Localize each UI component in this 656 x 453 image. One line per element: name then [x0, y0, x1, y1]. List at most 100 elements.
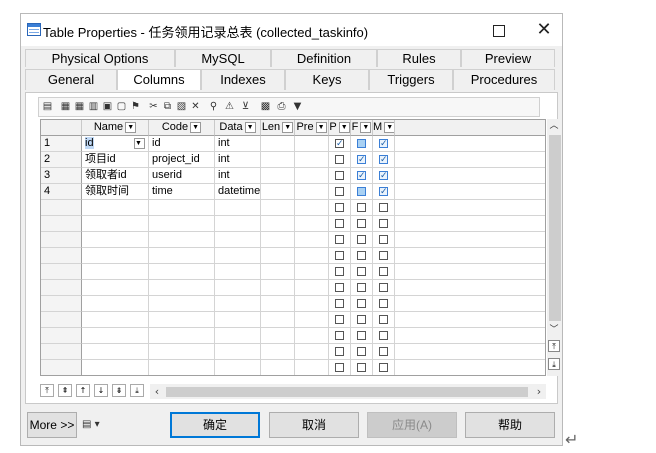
cell-num[interactable]: [41, 328, 82, 344]
move-down-icon[interactable]: ↓: [94, 384, 108, 397]
cell-name[interactable]: 领取时间: [82, 184, 149, 200]
cell-len[interactable]: [261, 152, 295, 168]
cell-data[interactable]: [215, 344, 261, 360]
cell-code[interactable]: project_id: [149, 152, 215, 168]
move-bottom-icon[interactable]: ⤓: [130, 384, 144, 397]
cell-f[interactable]: ✓: [351, 152, 373, 168]
header-primary[interactable]: P ▼: [329, 120, 351, 136]
checkbox-p[interactable]: [335, 235, 344, 244]
cell-data[interactable]: int: [215, 136, 261, 152]
cell-num[interactable]: [41, 200, 82, 216]
cell-pre[interactable]: [295, 184, 329, 200]
checkbox-m[interactable]: [379, 331, 388, 340]
horizontal-scroll-thumb[interactable]: [166, 387, 528, 397]
chevron-down-icon[interactable]: ▼: [360, 121, 372, 133]
cell-code[interactable]: [149, 232, 215, 248]
cell-code[interactable]: [149, 296, 215, 312]
cell-m[interactable]: [373, 264, 395, 280]
cell-pre[interactable]: [295, 312, 329, 328]
options-dropdown-icon[interactable]: ▤ ▾: [82, 419, 110, 431]
cell-p[interactable]: [329, 280, 351, 296]
cell-name[interactable]: [82, 280, 149, 296]
checkbox-f[interactable]: [357, 363, 366, 372]
header-name[interactable]: Name ▼: [82, 120, 149, 136]
cell-name[interactable]: [82, 216, 149, 232]
scroll-right-icon[interactable]: ›: [532, 384, 546, 399]
cell-pre[interactable]: [295, 168, 329, 184]
cell-num[interactable]: 3: [41, 168, 82, 184]
checkbox-m[interactable]: [379, 315, 388, 324]
header-foreign[interactable]: F ▼: [351, 120, 373, 136]
checkbox-f[interactable]: [357, 347, 366, 356]
more-button[interactable]: More >>: [27, 412, 77, 438]
cell-f[interactable]: [351, 232, 373, 248]
cell-num[interactable]: [41, 248, 82, 264]
copy-column-icon[interactable]: ▢: [115, 100, 128, 113]
cell-pre[interactable]: [295, 232, 329, 248]
checkbox-p[interactable]: [335, 283, 344, 292]
cell-num[interactable]: 1: [41, 136, 82, 152]
cell-len[interactable]: [261, 248, 295, 264]
checkbox-m[interactable]: ✓: [379, 139, 388, 148]
cell-code[interactable]: [149, 328, 215, 344]
cell-f[interactable]: [351, 200, 373, 216]
chevron-down-icon[interactable]: ▼: [190, 121, 202, 133]
checkbox-m[interactable]: [379, 267, 388, 276]
checkbox-f[interactable]: [357, 283, 366, 292]
paste-icon[interactable]: ▧: [175, 100, 188, 113]
cell-code[interactable]: userid: [149, 168, 215, 184]
scroll-up-icon[interactable]: ︿: [547, 119, 561, 133]
cell-m[interactable]: [373, 328, 395, 344]
cell-data[interactable]: [215, 200, 261, 216]
table-row[interactable]: [41, 248, 545, 264]
move-page-down-icon[interactable]: ⇟: [112, 384, 126, 397]
cell-f[interactable]: [351, 136, 373, 152]
cell-code[interactable]: [149, 216, 215, 232]
checkbox-p[interactable]: [335, 203, 344, 212]
cell-num[interactable]: [41, 216, 82, 232]
checkbox-m[interactable]: ✓: [379, 187, 388, 196]
cell-pre[interactable]: [295, 296, 329, 312]
move-up-icon[interactable]: ↑: [76, 384, 90, 397]
cell-name[interactable]: 项目id: [82, 152, 149, 168]
cell-num[interactable]: [41, 232, 82, 248]
checkbox-m[interactable]: ✓: [379, 171, 388, 180]
excel-icon[interactable]: ▩: [259, 100, 272, 113]
table-row[interactable]: 3 领取者id userid int ✓ ✓: [41, 168, 545, 184]
chevron-down-icon[interactable]: ▼: [282, 121, 294, 133]
checkbox-f[interactable]: [357, 267, 366, 276]
chevron-down-icon[interactable]: ▼: [338, 121, 350, 133]
cell-code[interactable]: [149, 248, 215, 264]
tab-keys[interactable]: Keys: [285, 69, 369, 90]
vertical-scroll-thumb[interactable]: [549, 135, 561, 321]
cell-code[interactable]: [149, 264, 215, 280]
table-row[interactable]: [41, 360, 545, 375]
table-row[interactable]: [41, 328, 545, 344]
horizontal-scrollbar[interactable]: ‹ ›: [150, 384, 546, 399]
checkbox-p[interactable]: [335, 299, 344, 308]
cell-data[interactable]: [215, 280, 261, 296]
tab-general[interactable]: General: [25, 69, 117, 90]
close-icon[interactable]: ✕: [524, 17, 564, 43]
cell-m[interactable]: [373, 344, 395, 360]
cell-m[interactable]: [373, 216, 395, 232]
checkbox-f[interactable]: ✓: [357, 155, 366, 164]
cell-p[interactable]: ✓: [329, 136, 351, 152]
tab-columns[interactable]: Columns: [117, 69, 201, 90]
cell-m[interactable]: ✓: [373, 136, 395, 152]
move-page-up-icon[interactable]: ⇞: [58, 384, 72, 397]
cell-data[interactable]: int: [215, 152, 261, 168]
cell-num[interactable]: 2: [41, 152, 82, 168]
cell-f[interactable]: [351, 328, 373, 344]
customize-columns-icon[interactable]: ⊻: [239, 100, 252, 113]
table-row[interactable]: [41, 200, 545, 216]
cell-code[interactable]: [149, 360, 215, 375]
cell-p[interactable]: [329, 168, 351, 184]
ok-button[interactable]: 确定: [170, 412, 260, 438]
cell-num[interactable]: [41, 296, 82, 312]
delete-icon[interactable]: ✕: [189, 100, 202, 113]
print-icon[interactable]: ⎙: [275, 100, 288, 113]
cell-name[interactable]: [82, 232, 149, 248]
checkbox-f[interactable]: [357, 187, 366, 196]
cell-f[interactable]: ✓: [351, 168, 373, 184]
